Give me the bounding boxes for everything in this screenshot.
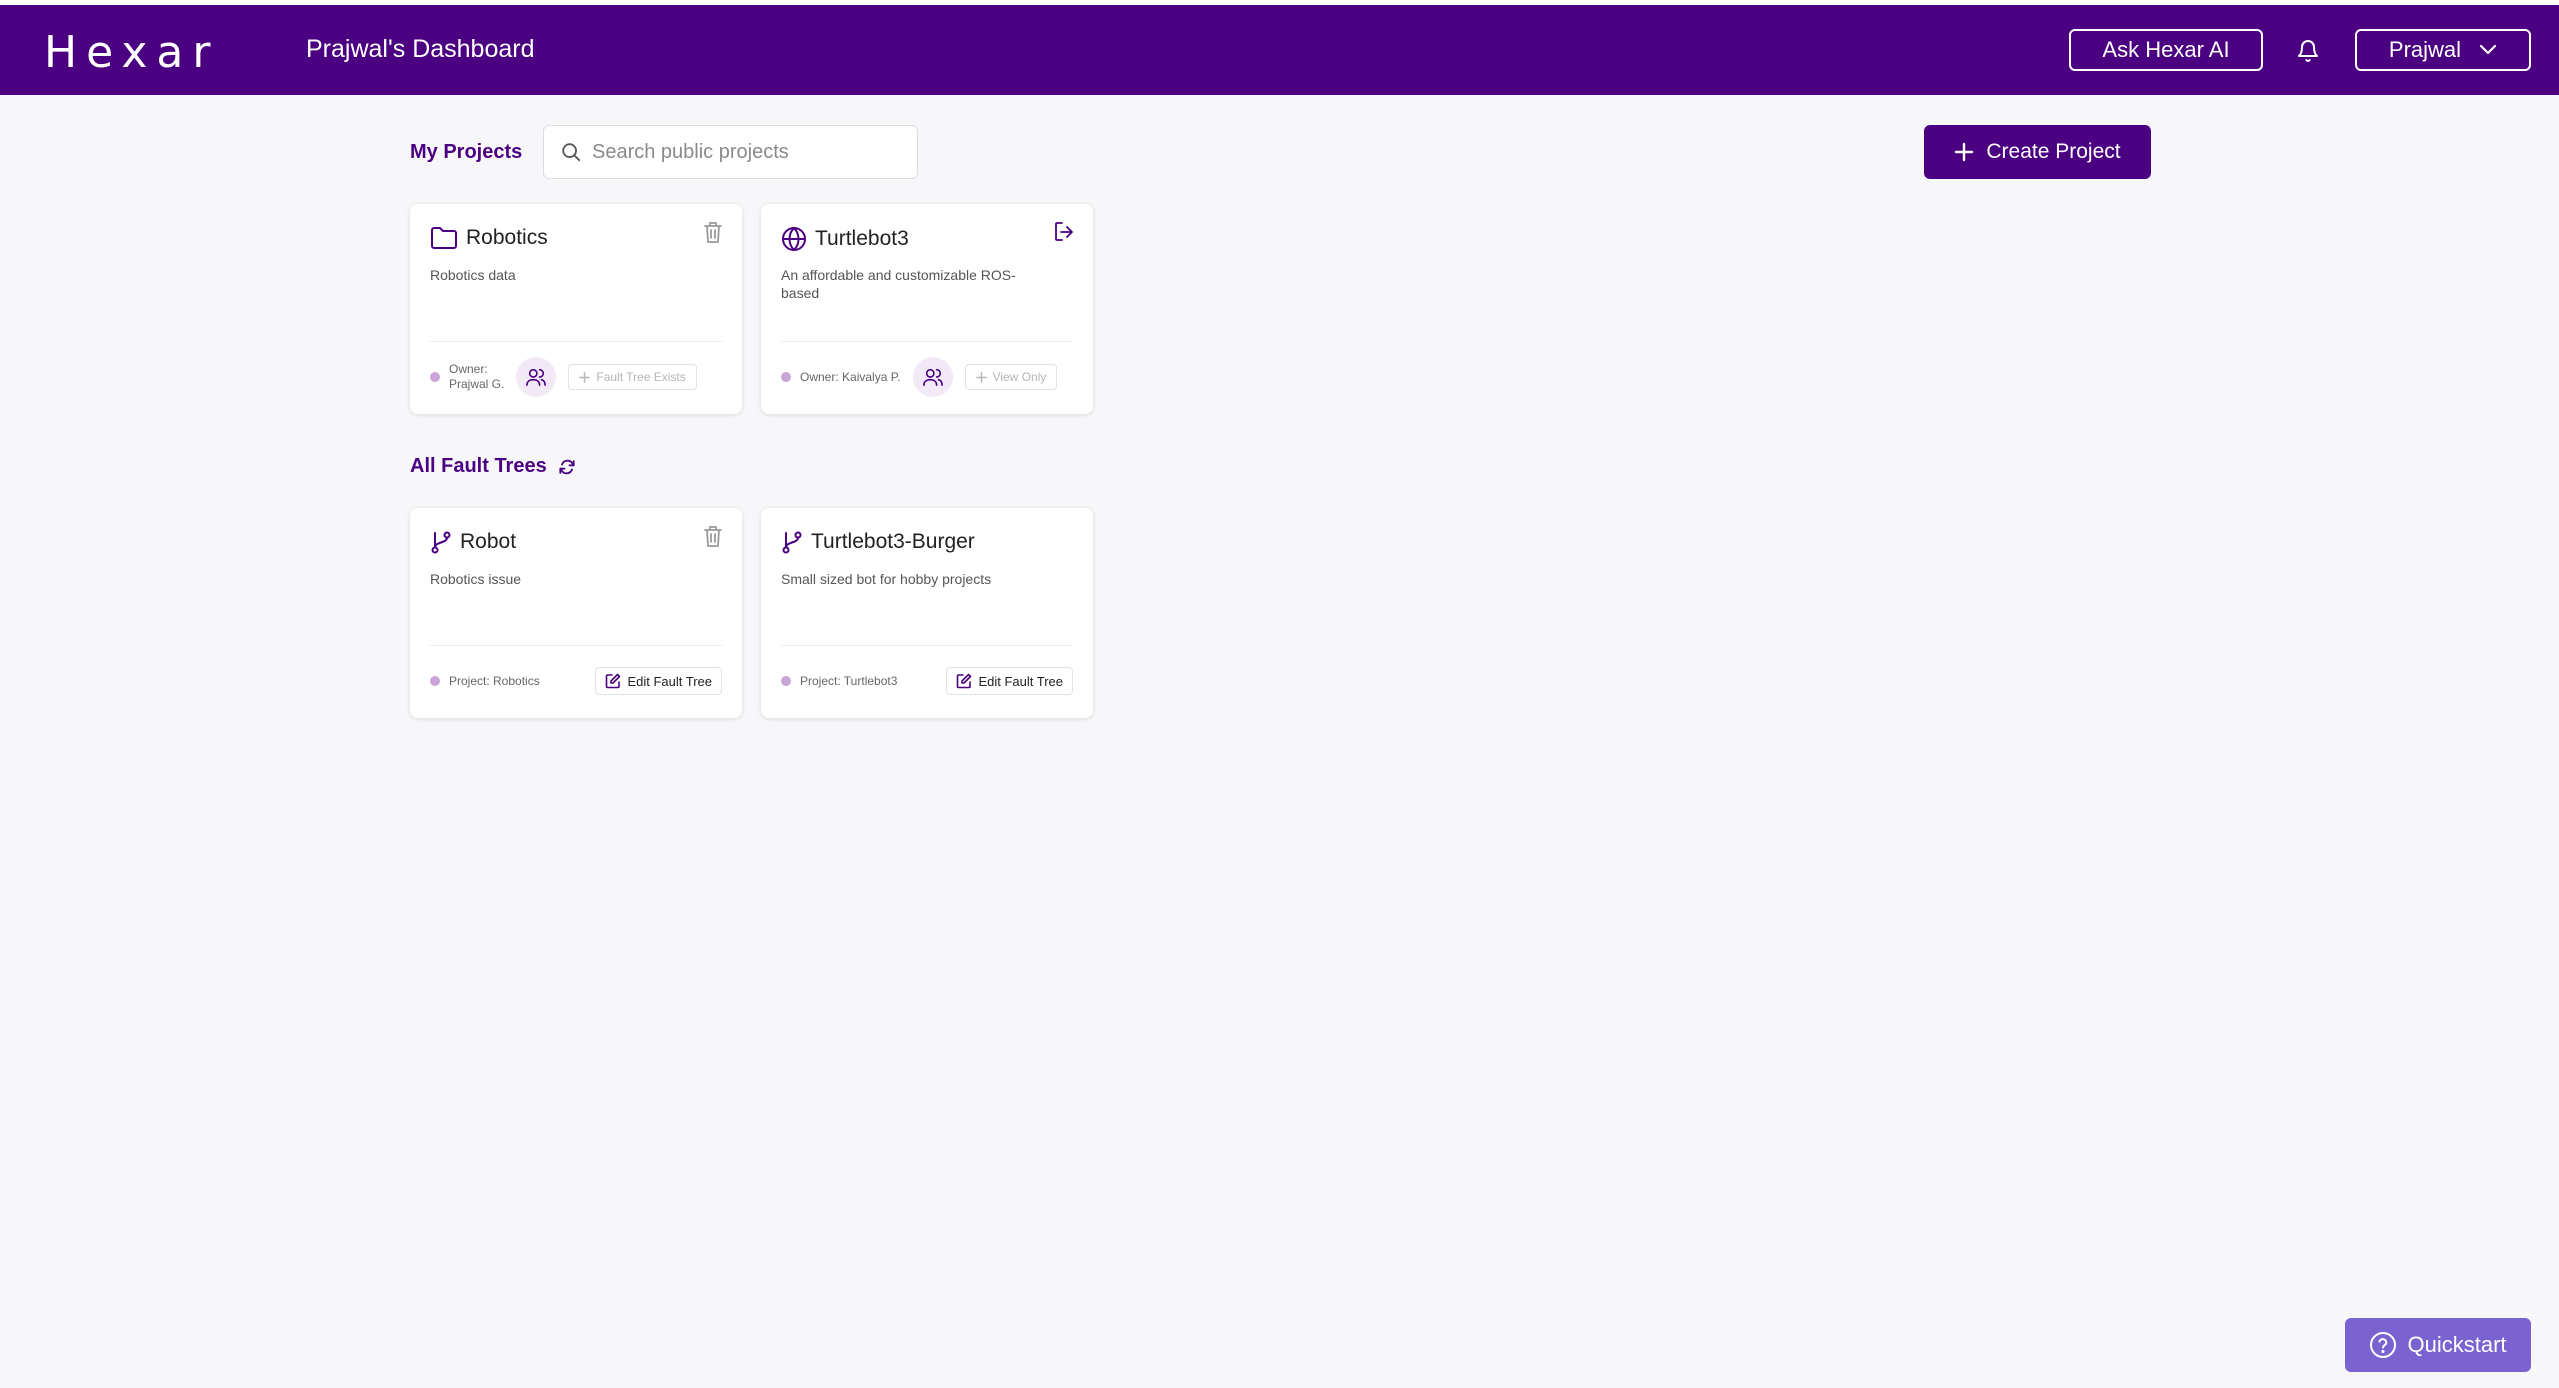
fault-tree-name: Robot	[460, 530, 517, 553]
fault-tree-description: Robotics issue	[430, 571, 522, 587]
search-box[interactable]	[543, 125, 918, 179]
fault-tree-description: Small sized bot for hobby projects	[781, 571, 992, 587]
search-input[interactable]	[592, 140, 892, 164]
owner-label: Owner:	[449, 362, 488, 376]
owner-name: Prajwal G.	[449, 377, 505, 391]
project-name: Robotics	[466, 226, 548, 249]
card-divider	[430, 341, 722, 342]
members-button[interactable]	[516, 357, 557, 397]
plus-icon	[975, 371, 987, 383]
status-dot	[781, 372, 791, 382]
users-icon	[922, 368, 943, 386]
edit-icon	[606, 673, 621, 689]
ask-hexar-ai-button[interactable]: Ask Hexar AI	[2069, 29, 2263, 71]
fault-tree-exists-button[interactable]: Fault Tree Exists	[568, 364, 697, 390]
plus-icon	[1955, 142, 1974, 162]
search-icon	[562, 143, 581, 162]
edit-icon	[957, 673, 972, 689]
quickstart-label: Quickstart	[2407, 1332, 2507, 1357]
create-project-label: Create Project	[1986, 140, 2121, 163]
edit-fault-tree-button[interactable]: Edit Fault Tree	[946, 667, 1073, 695]
dashboard-title: Prajwal's Dashboard	[306, 35, 535, 63]
leave-icon[interactable]	[1053, 220, 1075, 244]
all-fault-trees-heading: All Fault Trees	[410, 455, 577, 478]
my-projects-title: My Projects	[410, 141, 523, 163]
card-divider	[781, 645, 1073, 646]
status-dot	[430, 372, 440, 382]
fault-tree-project: Project: Turtlebot3	[800, 673, 898, 688]
fault-tree-card-turtlebot3-burger[interactable]: Turtlebot3-Burger Small sized bot for ho…	[761, 508, 1093, 718]
status-dot	[430, 676, 440, 686]
refresh-icon[interactable]	[557, 457, 577, 477]
help-circle-icon	[2370, 1332, 2397, 1358]
trash-icon[interactable]	[702, 220, 724, 244]
project-owner: Owner: Kaivalya P.	[800, 369, 901, 384]
git-branch-icon	[431, 531, 451, 554]
project-description: An affordable and customizable ROS-based	[781, 267, 1016, 301]
action-label: View Only	[992, 370, 1047, 384]
edit-fault-tree-button[interactable]: Edit Fault Tree	[595, 667, 722, 695]
project-name: Turtlebot3	[815, 227, 909, 250]
project-card-turtlebot3[interactable]: Turtlebot3 An affordable and customizabl…	[761, 204, 1093, 414]
hexar-logo[interactable]: Hexar	[44, 27, 219, 78]
project-card-robotics[interactable]: Robotics Robotics data Owner: Prajwal G.…	[410, 204, 742, 414]
edit-label: Edit Fault Tree	[627, 673, 712, 689]
user-menu-button[interactable]: Prajwal	[2355, 29, 2531, 71]
trash-icon[interactable]	[702, 524, 724, 548]
fault-tree-project: Project: Robotics	[449, 673, 540, 688]
project-description: Robotics data	[430, 267, 516, 283]
project-owner: Owner: Prajwal G.	[449, 362, 504, 392]
folder-icon	[431, 227, 457, 249]
top-navbar: Hexar Prajwal's Dashboard Ask Hexar AI P…	[0, 5, 2559, 95]
all-fault-trees-title: All Fault Trees	[410, 455, 547, 477]
view-only-button[interactable]: View Only	[964, 364, 1058, 390]
members-button[interactable]	[912, 357, 953, 397]
create-project-button[interactable]: Create Project	[1924, 125, 2151, 179]
bell-icon[interactable]	[2296, 38, 2320, 64]
plus-icon	[579, 371, 591, 383]
card-divider	[781, 341, 1073, 342]
quickstart-button[interactable]: Quickstart	[2345, 1318, 2531, 1372]
card-divider	[430, 645, 722, 646]
chevron-down-icon	[2479, 44, 2497, 55]
users-icon	[526, 368, 547, 386]
user-name: Prajwal	[2388, 37, 2462, 62]
action-label: Fault Tree Exists	[596, 370, 686, 384]
git-branch-icon	[782, 531, 802, 554]
fault-tree-name: Turtlebot3-Burger	[811, 530, 975, 553]
edit-label: Edit Fault Tree	[978, 673, 1063, 689]
status-dot	[781, 676, 791, 686]
globe-icon	[782, 226, 806, 252]
fault-tree-card-robot[interactable]: Robot Robotics issue Project: Robotics E…	[410, 508, 742, 718]
